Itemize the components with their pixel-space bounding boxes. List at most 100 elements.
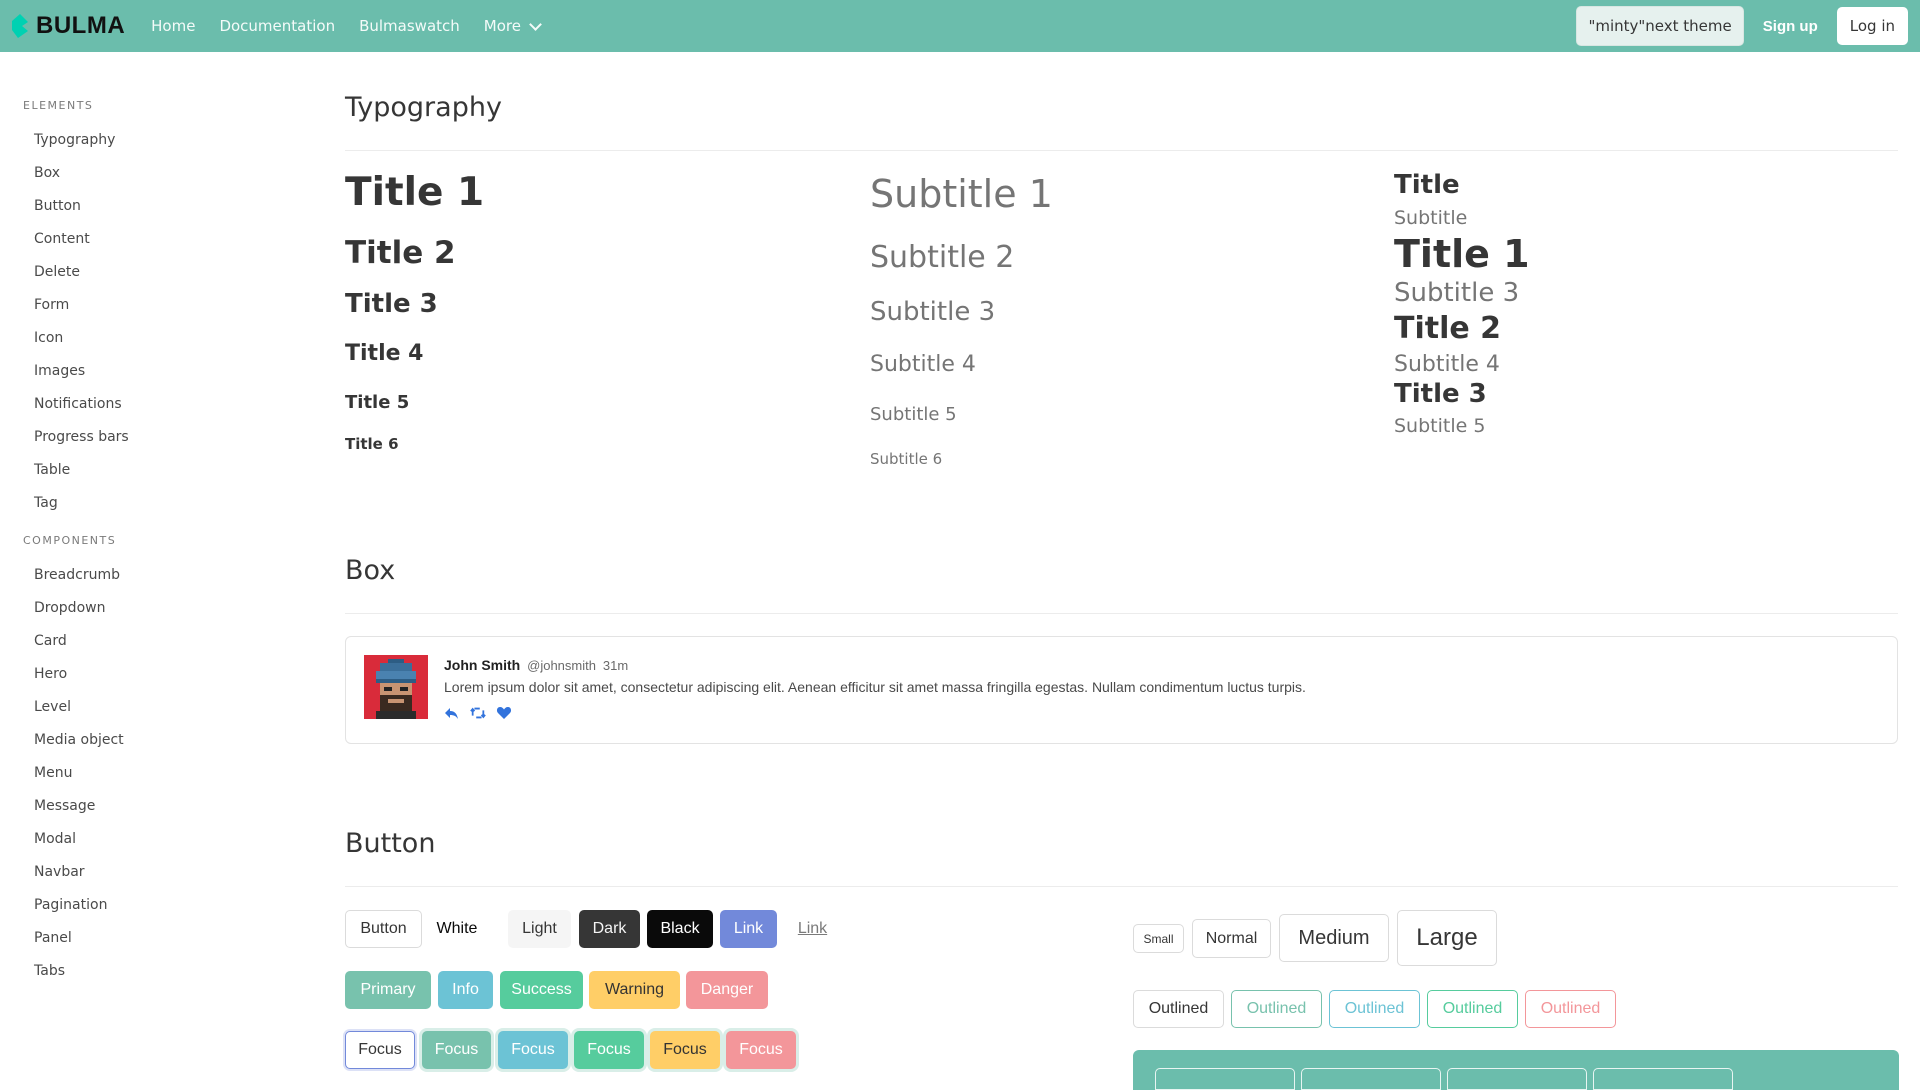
sidebar-item-breadcrumb[interactable]: Breadcrumb <box>0 559 300 592</box>
button-size-small[interactable]: Small <box>1133 924 1184 953</box>
typography-heading: Typography <box>345 92 502 123</box>
sidebar-item-icon[interactable]: Icon <box>0 322 300 355</box>
button-default[interactable]: Button <box>345 910 422 948</box>
button-outlined-default[interactable]: Outlined <box>1133 990 1224 1028</box>
button-heading: Button <box>345 828 436 859</box>
combo-title-1: Title 1 <box>1394 232 1530 276</box>
sidebar-item-button[interactable]: Button <box>0 190 300 223</box>
sidebar-item-box[interactable]: Box <box>0 157 300 190</box>
nav-more-dropdown[interactable]: More <box>472 0 552 52</box>
bulma-logo-icon <box>12 14 28 38</box>
sidebar-item-table[interactable]: Table <box>0 454 300 487</box>
inverted-buttons-panel <box>1133 1050 1899 1090</box>
subtitle-2: Subtitle 2 <box>870 240 1015 275</box>
inverted-button[interactable] <box>1301 1068 1441 1090</box>
nav-bulmaswatch[interactable]: Bulmaswatch <box>347 0 472 52</box>
subtitle-3: Subtitle 3 <box>870 297 996 327</box>
sidebar-item-navbar[interactable]: Navbar <box>0 856 300 889</box>
subtitle-1: Subtitle 1 <box>870 172 1053 216</box>
combo-title-2: Title 2 <box>1394 311 1502 346</box>
button-text-link[interactable]: Link <box>784 910 841 948</box>
pixel-avatar-icon <box>364 655 428 719</box>
menu-label-elements: ELEMENTS <box>23 99 94 112</box>
sidebar-item-hero[interactable]: Hero <box>0 658 300 691</box>
button-focus-info[interactable]: Focus <box>498 1031 568 1069</box>
combo-title: Title <box>1394 170 1460 200</box>
next-theme-button[interactable]: "minty"next theme <box>1576 6 1744 46</box>
media-header: John Smith @johnsmith 31m <box>444 657 628 673</box>
button-size-large[interactable]: Large <box>1397 910 1497 966</box>
sidebar-item-progress-bars[interactable]: Progress bars <box>0 421 300 454</box>
subtitle-5: Subtitle 5 <box>870 404 957 425</box>
sidebar-item-tabs[interactable]: Tabs <box>0 955 300 988</box>
button-info[interactable]: Info <box>438 971 493 1009</box>
sidebar-item-form[interactable]: Form <box>0 289 300 322</box>
media-body-text: Lorem ipsum dolor sit amet, consectetur … <box>444 679 1306 695</box>
sidebar-item-notifications[interactable]: Notifications <box>0 388 300 421</box>
sidebar-item-delete[interactable]: Delete <box>0 256 300 289</box>
combo-subtitle-4: Subtitle 4 <box>1394 352 1500 377</box>
subtitle-4: Subtitle 4 <box>870 352 976 377</box>
box-divider <box>345 613 1898 614</box>
title-2: Title 2 <box>345 235 456 271</box>
button-white[interactable]: White <box>428 910 486 948</box>
sidebar-item-tag[interactable]: Tag <box>0 487 300 520</box>
button-black[interactable]: Black <box>647 910 713 948</box>
sidebar-item-message[interactable]: Message <box>0 790 300 823</box>
button-outlined-info[interactable]: Outlined <box>1329 990 1420 1028</box>
chevron-down-icon <box>529 17 542 31</box>
title-4: Title 4 <box>345 341 424 366</box>
sidebar-item-menu[interactable]: Menu <box>0 757 300 790</box>
sidebar-item-modal[interactable]: Modal <box>0 823 300 856</box>
box-heading: Box <box>345 555 396 586</box>
button-link-colored[interactable]: Link <box>720 910 777 948</box>
button-light[interactable]: Light <box>508 910 571 948</box>
combo-subtitle: Subtitle <box>1394 207 1468 229</box>
button-focus-success[interactable]: Focus <box>574 1031 644 1069</box>
sign-up-link[interactable]: Sign up <box>1763 18 1818 35</box>
sidebar-item-dropdown[interactable]: Dropdown <box>0 592 300 625</box>
button-size-normal[interactable]: Normal <box>1192 919 1271 958</box>
button-success[interactable]: Success <box>500 971 583 1009</box>
combo-subtitle-3: Subtitle 3 <box>1394 278 1520 308</box>
button-primary[interactable]: Primary <box>345 971 431 1009</box>
typography-divider <box>345 150 1898 151</box>
button-outlined-primary[interactable]: Outlined <box>1231 990 1322 1028</box>
log-in-button[interactable]: Log in <box>1836 7 1908 45</box>
button-danger[interactable]: Danger <box>686 971 768 1009</box>
brand-logo-link[interactable]: BULMA <box>10 12 125 40</box>
retweet-icon[interactable] <box>470 705 486 721</box>
title-3: Title 3 <box>345 289 438 319</box>
media-box: John Smith @johnsmith 31m Lorem ipsum do… <box>345 636 1898 744</box>
title-5: Title 5 <box>345 392 410 413</box>
author-name: John Smith <box>444 657 521 673</box>
combo-title-3: Title 3 <box>1394 379 1487 409</box>
button-warning[interactable]: Warning <box>589 971 680 1009</box>
sidebar-item-content[interactable]: Content <box>0 223 300 256</box>
button-dark[interactable]: Dark <box>579 910 640 948</box>
button-focus-primary[interactable]: Focus <box>422 1031 491 1069</box>
button-focus-default[interactable]: Focus <box>345 1031 415 1069</box>
heart-icon[interactable] <box>496 705 512 721</box>
nav-documentation[interactable]: Documentation <box>207 0 347 52</box>
sidebar-item-card[interactable]: Card <box>0 625 300 658</box>
sidebar-item-media-object[interactable]: Media object <box>0 724 300 757</box>
button-outlined-danger[interactable]: Outlined <box>1525 990 1616 1028</box>
inverted-button[interactable] <box>1155 1068 1295 1090</box>
button-size-medium[interactable]: Medium <box>1279 914 1389 962</box>
sidebar-item-pagination[interactable]: Pagination <box>0 889 300 922</box>
sidebar-item-typography[interactable]: Typography <box>0 124 300 157</box>
sidebar-item-level[interactable]: Level <box>0 691 300 724</box>
inverted-button[interactable] <box>1593 1068 1733 1090</box>
subtitle-6: Subtitle 6 <box>870 450 943 468</box>
inverted-button[interactable] <box>1447 1068 1587 1090</box>
button-focus-danger[interactable]: Focus <box>726 1031 796 1069</box>
button-outlined-success[interactable]: Outlined <box>1427 990 1518 1028</box>
sidebar-item-panel[interactable]: Panel <box>0 922 300 955</box>
menu-label-components: COMPONENTS <box>23 534 117 547</box>
media-actions <box>444 705 512 721</box>
sidebar-item-images[interactable]: Images <box>0 355 300 388</box>
nav-home[interactable]: Home <box>139 0 207 52</box>
button-focus-warning[interactable]: Focus <box>650 1031 720 1069</box>
reply-icon[interactable] <box>444 705 460 721</box>
